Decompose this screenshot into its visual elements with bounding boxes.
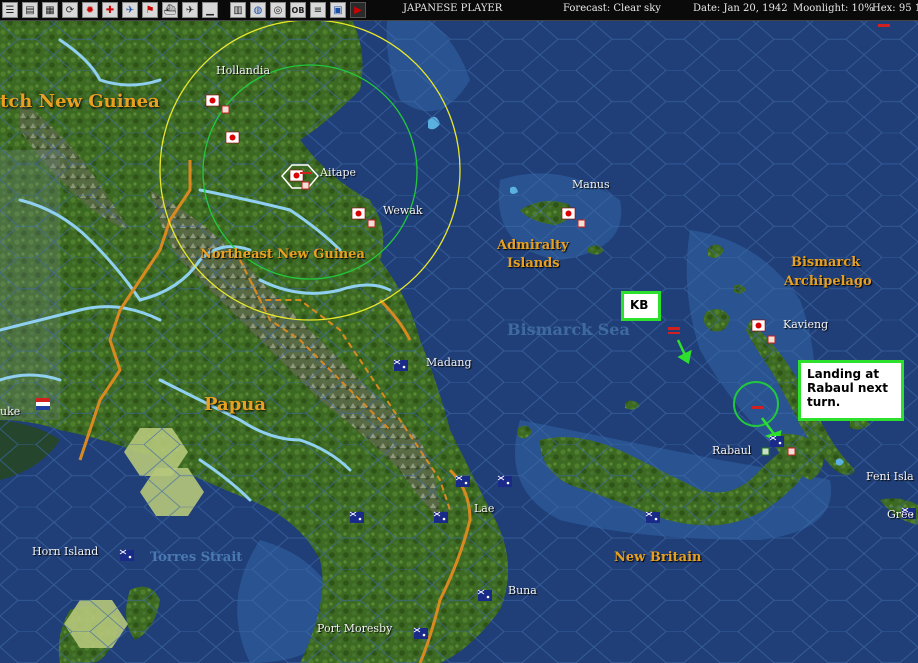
region-new-britain: New Britain: [614, 550, 702, 565]
list2-icon[interactable]: ≡: [310, 2, 326, 18]
base-hollandia[interactable]: Hollandia: [216, 64, 270, 77]
region-papua: Papua: [204, 394, 267, 415]
target-icon[interactable]: ◎: [270, 2, 286, 18]
base-rabaul[interactable]: Rabaul: [712, 444, 751, 457]
base-aitape[interactable]: Aitape: [320, 166, 356, 179]
region-bismarck-2: Archipelago: [784, 274, 872, 289]
base-lae[interactable]: Lae: [474, 502, 494, 515]
toolbar: ☰ ▤ ▦ ⟳ ✹ ✚ ✈ ⚑ ⛴ ✈ ▁ ▥ ◍ ◎ OB ≡ ▣ ▶ JAP…: [0, 0, 918, 21]
red-cross-icon[interactable]: ✚: [102, 2, 118, 18]
region-admiralty-1: Admiralty: [497, 238, 569, 253]
end-turn-icon[interactable]: ▶: [350, 2, 366, 18]
document-icon[interactable]: ▤: [22, 2, 38, 18]
base-kavieng[interactable]: Kavieng: [783, 318, 828, 331]
sea-bismarck: Bismarck Sea: [507, 320, 630, 339]
base-port-moresby[interactable]: Port Moresby: [317, 622, 392, 635]
sea-torres: Torres Strait: [150, 550, 243, 565]
ship-icon[interactable]: ⛴: [162, 2, 178, 18]
base-madang[interactable]: Madang: [426, 356, 472, 369]
dutch-flag[interactable]: [36, 398, 50, 410]
hex-label: Hex: 95 118: [872, 3, 918, 14]
plane-icon[interactable]: ✈: [182, 2, 198, 18]
kb-callout: KB: [621, 291, 661, 321]
aircraft-icon[interactable]: ✈: [122, 2, 138, 18]
flag-icon[interactable]: ⚑: [142, 2, 158, 18]
landing-callout: Landing at Rabaul next turn.: [798, 360, 904, 421]
date-label: Date: Jan 20, 1942: [693, 3, 788, 14]
base-wewak[interactable]: Wewak: [383, 204, 423, 217]
base-feni-island[interactable]: Feni Isla: [866, 470, 914, 483]
base-buna[interactable]: Buna: [508, 584, 537, 597]
crate-icon[interactable]: ▥: [230, 2, 246, 18]
refresh-icon[interactable]: ⟳: [62, 2, 78, 18]
base-manus[interactable]: Manus: [572, 178, 610, 191]
base-green-island[interactable]: Gree: [887, 508, 914, 521]
game-window: { "topbar": { "buttons": ["list-icon","d…: [0, 0, 918, 663]
region-dutch-new-guinea: tch New Guinea: [0, 91, 160, 112]
moonlight-label: Moonlight: 10%: [793, 3, 874, 14]
region-northeast-new-guinea: Northeast New Guinea: [200, 247, 365, 262]
japan-flag-icon[interactable]: ✹: [82, 2, 98, 18]
forecast-label: Forecast: Clear sky: [563, 3, 661, 14]
chart2-icon[interactable]: ▣: [330, 2, 346, 18]
globe-icon[interactable]: ◍: [250, 2, 266, 18]
player-label: JAPANESE PLAYER: [403, 3, 503, 14]
base-daru[interactable]: uke: [0, 405, 20, 418]
grid-icon[interactable]: ▦: [42, 2, 58, 18]
ob-button[interactable]: OB: [290, 2, 306, 18]
list-icon[interactable]: ☰: [2, 2, 18, 18]
region-admiralty-2: Islands: [507, 256, 560, 271]
base-horn-island[interactable]: Horn Island: [32, 545, 98, 558]
chart-icon[interactable]: ▁: [202, 2, 218, 18]
region-bismarck-1: Bismarck: [791, 255, 861, 270]
